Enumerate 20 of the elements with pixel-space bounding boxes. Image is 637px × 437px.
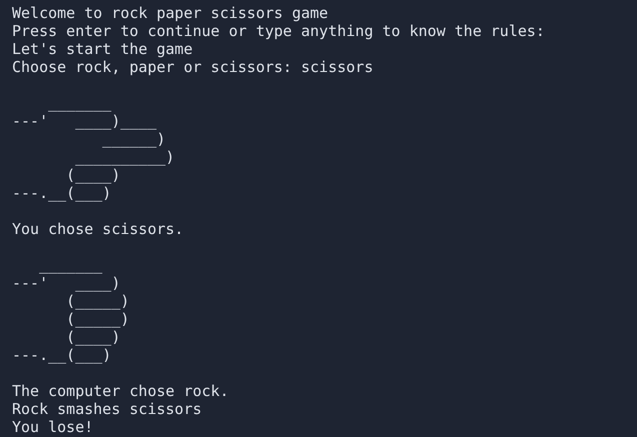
output-line: You chose scissors. — [12, 220, 184, 238]
output-line: Press enter to continue or type anything to know the rules: — [12, 22, 545, 40]
output-line: ---.__(___) — [12, 346, 112, 364]
output-line: _______ — [47, 94, 112, 112]
output-line: You lose! — [12, 418, 94, 436]
output-line: ---' ____)____ — [12, 112, 156, 130]
output-line: (_____) — [65, 310, 130, 328]
output-line: (_____) — [65, 292, 130, 310]
output-line: Let's start the game — [12, 40, 193, 58]
output-line: ---.__(___) — [12, 184, 112, 202]
output-line: (____) — [65, 328, 120, 346]
output-line: ---' ____) — [12, 274, 120, 292]
output-line: Rock smashes scissors — [12, 400, 202, 418]
output-line: __________) — [74, 148, 175, 166]
output-line: _______ — [38, 256, 102, 274]
output-line: Welcome to rock paper scissors game — [12, 4, 328, 22]
output-line: ______) — [101, 130, 166, 148]
output-line: Choose rock, paper or scissors: scissors — [12, 58, 374, 76]
output-line: (____) — [65, 166, 120, 184]
output-line: The computer chose rock. — [12, 382, 229, 400]
